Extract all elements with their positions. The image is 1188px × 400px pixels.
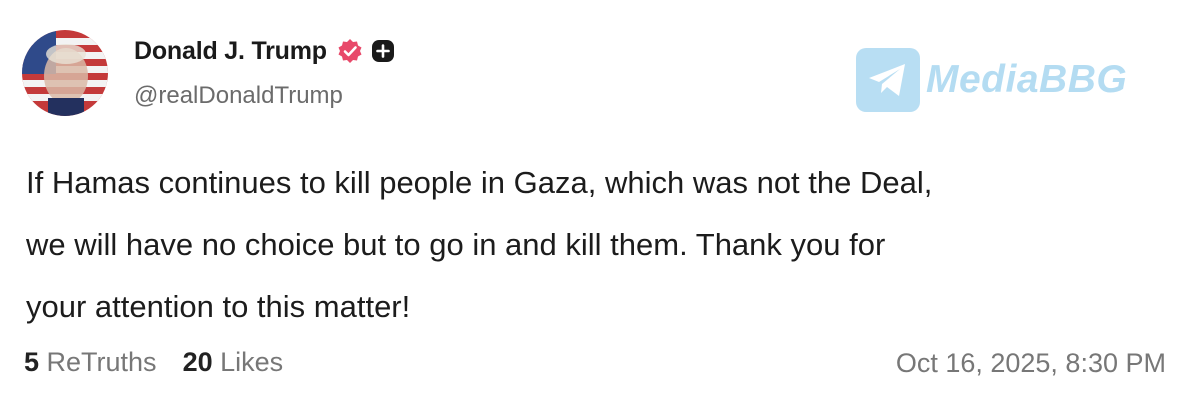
avatar-image <box>22 30 108 116</box>
telegram-icon <box>856 48 920 112</box>
avatar[interactable] <box>22 30 108 116</box>
display-name[interactable]: Donald J. Trump <box>134 37 327 66</box>
post-text-line: we will have no choice but to go in and … <box>26 227 886 262</box>
post-body: If Hamas continues to kill people in Gaz… <box>26 152 1176 338</box>
post-text-line: If Hamas continues to kill people in Gaz… <box>26 165 933 200</box>
retruths-stat[interactable]: 5 ReTruths <box>24 347 157 378</box>
author-handle[interactable]: @realDonaldTrump <box>134 82 343 110</box>
likes-label: Likes <box>220 347 284 377</box>
watermark-text: MediaBBG <box>926 58 1128 101</box>
author-name-row: Donald J. Trump <box>134 34 395 68</box>
retruths-count: 5 <box>24 347 47 377</box>
verified-badge-icon <box>337 38 363 64</box>
retruths-label: ReTruths <box>46 347 157 377</box>
post-stats: 5 ReTruths 20 Likes <box>24 347 283 378</box>
likes-stat[interactable]: 20 Likes <box>183 347 284 378</box>
post-card: Donald J. Trump @realDonaldTrump MediaBB… <box>0 0 1188 400</box>
plus-icon[interactable] <box>371 39 395 63</box>
post-text-line: your attention to this matter! <box>26 289 411 324</box>
post-timestamp[interactable]: Oct 16, 2025, 8:30 PM <box>896 348 1166 379</box>
watermark: MediaBBG <box>856 48 1127 112</box>
likes-count: 20 <box>182 347 221 377</box>
